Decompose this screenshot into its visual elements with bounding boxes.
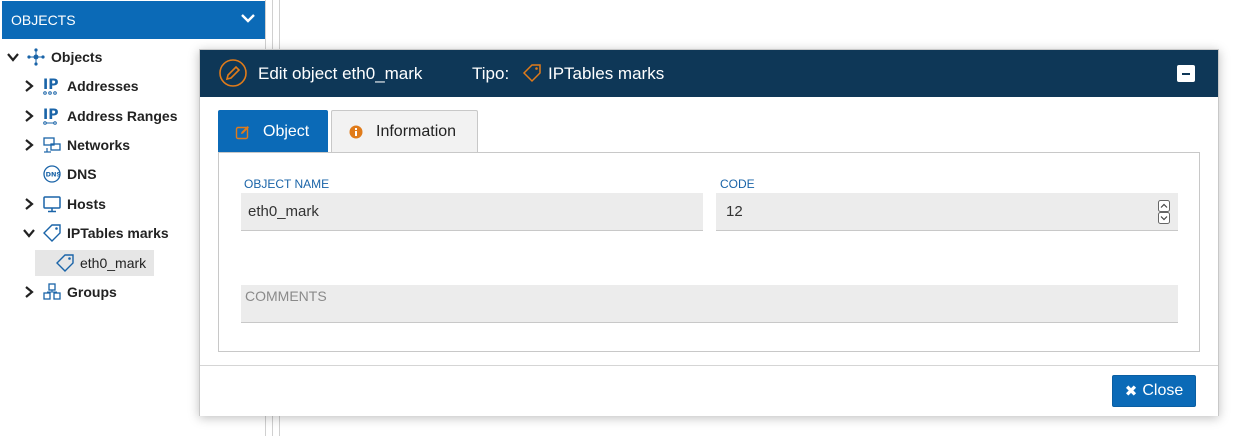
number-spinner-icon[interactable] [1158, 200, 1170, 224]
network-icon [43, 137, 61, 153]
tree-item-label: Hosts [67, 196, 106, 212]
svg-text:DNS: DNS [46, 171, 62, 179]
tree-item-label: Groups [67, 284, 117, 300]
tab-label: Object [263, 123, 310, 140]
tag-icon [522, 64, 541, 83]
chevron-right-icon[interactable] [22, 138, 36, 152]
tree-item-label: eth0_mark [80, 255, 147, 271]
chevron-right-icon[interactable] [22, 197, 36, 211]
comments-placeholder: COMMENTS [245, 288, 327, 304]
dns-icon: DNS [43, 165, 62, 183]
tree-item-label: IPTables marks [67, 225, 169, 241]
code-label: CODE [720, 177, 755, 191]
object-name-field[interactable]: eth0_mark [241, 193, 703, 231]
tab-object[interactable]: Object [218, 110, 328, 153]
ip-address-icon: IP [43, 77, 58, 95]
tree-item-addresses[interactable]: IP Addresses [22, 73, 139, 99]
dialog-header: Edit object eth0_mark Tipo: IPTables mar… [200, 50, 1218, 97]
chevron-down-icon[interactable] [6, 50, 20, 64]
tree-item-address-ranges[interactable]: IP Address Ranges [22, 103, 177, 129]
close-button[interactable]: ✖ Close [1112, 375, 1196, 407]
tree-item-hosts[interactable]: Hosts [22, 191, 106, 217]
edit-object-dialog: Edit object eth0_mark Tipo: IPTables mar… [199, 49, 1219, 416]
dialog-footer: ✖ Close [200, 365, 1218, 416]
type-value: IPTables marks [548, 64, 665, 83]
chevron-down-icon[interactable] [22, 226, 36, 240]
tab-information[interactable]: Information [331, 110, 478, 153]
tree-item-objects[interactable]: Objects [6, 44, 102, 70]
tag-icon [43, 224, 61, 242]
comments-field[interactable]: COMMENTS [241, 285, 1178, 323]
type-label: Tipo: [472, 64, 510, 83]
tree-item-label: Objects [51, 49, 103, 65]
chevron-right-icon[interactable] [22, 109, 36, 123]
tree-item-dns[interactable]: DNS DNS [42, 161, 97, 187]
ip-range-icon: IP [43, 107, 58, 125]
objects-panel-header[interactable]: OBJECTS [2, 1, 265, 39]
minimize-button[interactable] [1177, 65, 1195, 82]
tree-item-label: Addresses [67, 78, 139, 94]
minus-icon [1182, 72, 1190, 75]
chevron-right-icon[interactable] [22, 285, 36, 299]
chevron-right-icon[interactable] [22, 79, 36, 93]
edit-square-icon [235, 126, 249, 140]
chevron-down-icon[interactable] [239, 9, 257, 27]
close-button-label: Close [1142, 382, 1184, 399]
code-value: 12 [726, 203, 743, 220]
svg-text:IP: IP [43, 107, 58, 123]
tree-item-networks[interactable]: Networks [22, 132, 130, 158]
monitor-icon [43, 196, 61, 213]
tree-item-eth0-mark[interactable]: eth0_mark [35, 250, 154, 276]
groups-icon [43, 283, 61, 300]
object-name-label: OBJECT NAME [244, 177, 330, 191]
close-icon: ✖ [1124, 383, 1138, 400]
tree-item-iptables-marks[interactable]: IPTables marks [22, 220, 169, 246]
tree-item-label: Address Ranges [67, 108, 178, 124]
info-circle-icon [349, 125, 363, 139]
object-name-value: eth0_mark [248, 203, 319, 220]
tree-item-label: DNS [67, 166, 97, 182]
network-nodes-icon [27, 48, 45, 66]
tag-icon [56, 254, 74, 272]
code-field[interactable]: 12 [716, 193, 1178, 231]
object-tab-panel: OBJECT NAME eth0_mark CODE 12 COMMENTS [218, 152, 1200, 352]
dialog-title: Edit object eth0_mark [258, 64, 423, 83]
objects-panel-title: OBJECTS [11, 12, 76, 28]
svg-text:IP: IP [43, 77, 58, 93]
pencil-circle-icon [219, 59, 247, 87]
tree-item-groups[interactable]: Groups [22, 279, 117, 305]
tree-item-label: Networks [67, 137, 131, 153]
tab-label: Information [376, 123, 457, 140]
